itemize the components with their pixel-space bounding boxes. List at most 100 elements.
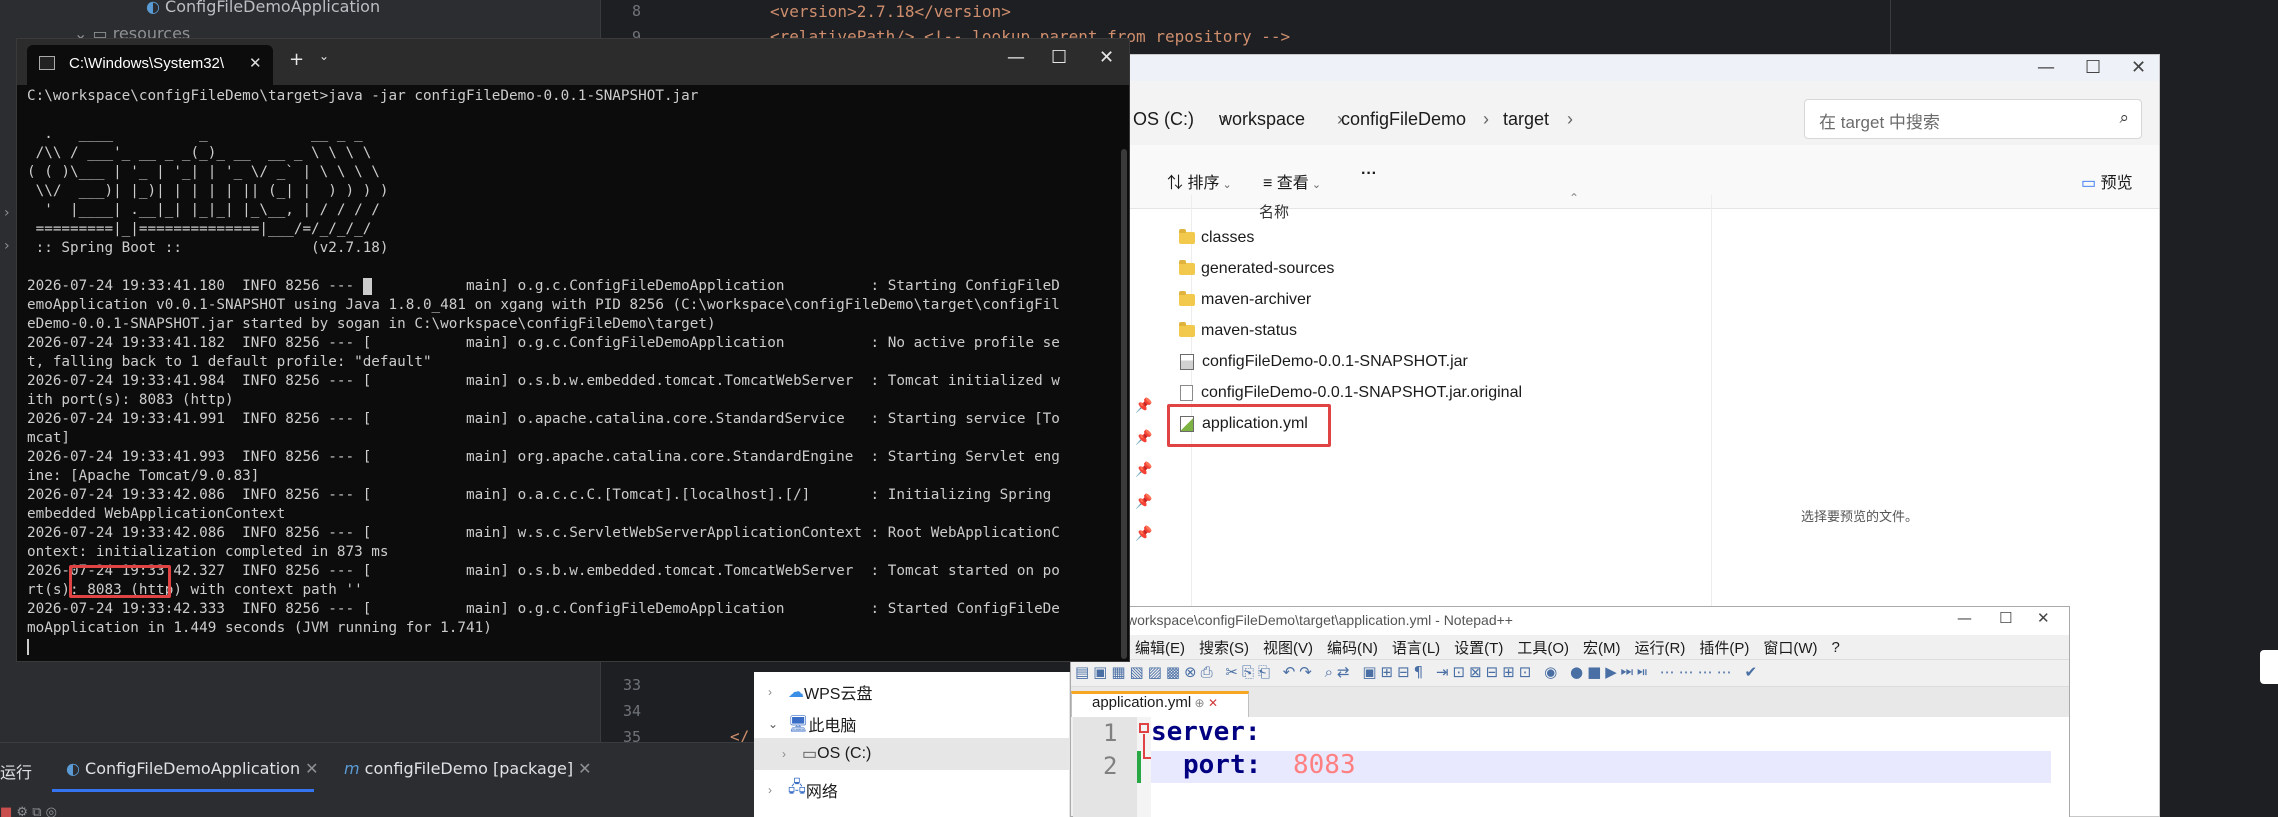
- crumb-workspace[interactable]: workspace: [1219, 109, 1305, 130]
- line-number: 8: [631, 2, 641, 20]
- npp-editor[interactable]: 1 2 server: port: 8083: [1073, 717, 2069, 817]
- file-row-classes[interactable]: classes: [1179, 229, 1254, 247]
- sort-icon: ⇅: [1167, 175, 1188, 192]
- chevron-right-icon: ›: [1483, 109, 1489, 129]
- maximize-button[interactable]: ☐: [1051, 47, 1067, 68]
- chevron-down-icon[interactable]: ⌄: [319, 49, 329, 63]
- cmd-tab[interactable]: C:\Windows\System32\ ✕: [27, 45, 273, 85]
- view-button[interactable]: ≡ 查看 ⌄: [1263, 169, 1321, 193]
- folder-icon: [1179, 229, 1195, 244]
- file-row-maven-status[interactable]: maven-status: [1179, 322, 1297, 340]
- nav-network[interactable]: › 🖧 网络: [768, 776, 838, 803]
- file-row-maven-archiver[interactable]: maven-archiver: [1179, 291, 1311, 309]
- ide-run-panel: 运行 ◐ ConfigFileDemoApplication ✕ m confi…: [0, 742, 760, 817]
- log-line: eDemo-0.0.1-SNAPSHOT.jar started by soga…: [27, 316, 716, 332]
- column-name-header[interactable]: 名称: [1259, 201, 1289, 222]
- crumb-drive[interactable]: OS (C:): [1133, 109, 1194, 130]
- log-line: ine: [Apache Tomcat/9.0.83]: [27, 468, 260, 484]
- close-button[interactable]: ✕: [2037, 609, 2050, 627]
- file-row-jar-original[interactable]: configFileDemo-0.0.1-SNAPSHOT.jar.origin…: [1179, 384, 1522, 402]
- minimize-button[interactable]: —: [2037, 57, 2055, 78]
- tree-item-app[interactable]: ◐ ConfigFileDemoApplication: [146, 0, 380, 16]
- menu-language[interactable]: 语言(L): [1392, 637, 1440, 658]
- cmd-window: C:\Windows\System32\ ✕ + ⌄ — ☐ ✕ C:\work…: [16, 38, 1130, 662]
- close-button[interactable]: ✕: [2131, 57, 2146, 78]
- pin-icon[interactable]: 📌: [1135, 390, 1152, 422]
- preview-hint: 选择要预览的文件。: [1801, 509, 1919, 524]
- tab-application-yml[interactable]: application.yml ⊕ ✕: [1071, 691, 1249, 717]
- log-line: embedded WebApplicationContext: [27, 506, 286, 522]
- npp-toolbar[interactable]: ▤▣▦▧▨▩⊗⎙ ✂⎘⎗ ↶↷ ⌕⇄ ▣⊞⊟¶ ⇥⊡⊠⊟⊞⊡ ◉ ●■▶⏭⏯ ⋯…: [1071, 659, 2069, 687]
- preview-icon: ▭: [2081, 175, 2101, 192]
- explorer-nav-pane: › ☁ WPS云盘 ⌄ 🖥 此电脑 › ▭ OS (C:) › 🖧 网络: [754, 672, 1070, 817]
- current-line-highlight: [1151, 751, 2051, 783]
- menu-plugins[interactable]: 插件(P): [1699, 637, 1749, 658]
- menu-search[interactable]: 搜索(S): [1199, 637, 1249, 658]
- cmd-log: 2026-07-24 19:33:41.180 INFO 8256 --- [ …: [27, 277, 1060, 638]
- side-handle[interactable]: [2260, 650, 2278, 684]
- active-tab-indicator: [52, 789, 314, 792]
- close-icon[interactable]: ✕: [300, 759, 318, 778]
- folder-icon: [1179, 291, 1195, 306]
- menu-encoding[interactable]: 编码(N): [1327, 637, 1378, 658]
- log-line: 2026-07-24 19:33:42.333 INFO 8256 --- [ …: [27, 601, 1060, 617]
- more-button[interactable]: ···: [1361, 165, 1377, 183]
- scrollbar[interactable]: [1121, 149, 1127, 659]
- run-toolbar[interactable]: ■ ⚙ ⧉ ◎: [0, 805, 57, 817]
- crumb-target[interactable]: target: [1503, 109, 1549, 130]
- pin-icon[interactable]: 📌: [1135, 486, 1152, 518]
- fold-line: [1143, 734, 1145, 758]
- sort-button[interactable]: ⇅ 排序 ⌄: [1167, 169, 1232, 193]
- run-tab-package[interactable]: m configFileDemo [package] ✕: [344, 759, 592, 778]
- log-line: emoApplication v0.0.1-SNAPSHOT using Jav…: [27, 297, 1060, 313]
- log-line: 2026-07-24 19:33:42.327 INFO 8256 --- [ …: [27, 563, 1060, 579]
- yaml-key-server: server:: [1151, 717, 1261, 747]
- file-row-generated-sources[interactable]: generated-sources: [1179, 260, 1334, 278]
- log-line: ith port(s): 8083 (http): [27, 392, 234, 408]
- log-line: 2026-07-24 19:33:41.180 INFO 8256 --- [ …: [27, 278, 1060, 294]
- notepadpp-window: workspace\configFileDemo\target\applicat…: [1070, 606, 2070, 817]
- line-number: 1: [1103, 719, 1118, 747]
- stop-icon[interactable]: ■: [0, 805, 12, 817]
- nav-os-drive[interactable]: › ▭ OS (C:): [782, 744, 871, 764]
- search-input[interactable]: 在 target 中搜索 ⌕: [1804, 99, 2142, 139]
- menu-macro[interactable]: 宏(M): [1583, 637, 1621, 658]
- run-tab-app[interactable]: ◐ ConfigFileDemoApplication ✕: [66, 759, 319, 778]
- pin-icon[interactable]: 📌: [1135, 422, 1152, 454]
- menu-view[interactable]: 视图(V): [1263, 637, 1313, 658]
- drive-icon: ▭: [802, 746, 818, 763]
- computer-icon: 🖥: [788, 716, 809, 733]
- chevron-right-icon[interactable]: ›: [4, 238, 10, 254]
- menu-tools[interactable]: 工具(O): [1517, 637, 1569, 658]
- menu-settings[interactable]: 设置(T): [1454, 637, 1503, 658]
- close-button[interactable]: ✕: [1099, 47, 1114, 68]
- npp-titlebar: workspace\configFileDemo\target\applicat…: [1071, 607, 2069, 635]
- nav-this-pc[interactable]: ⌄ 🖥 此电脑: [768, 712, 856, 736]
- menu-edit[interactable]: 编辑(E): [1135, 637, 1185, 658]
- maximize-button[interactable]: ☐: [1999, 609, 2012, 627]
- column-header[interactable]: 名称 ⌃: [1191, 191, 1731, 225]
- maximize-button[interactable]: ☐: [2085, 57, 2101, 78]
- nav-wps-cloud[interactable]: › ☁ WPS云盘: [768, 680, 872, 704]
- minimize-button[interactable]: —: [1957, 609, 1972, 627]
- fold-icon[interactable]: [1139, 723, 1149, 733]
- menu-run[interactable]: 运行(R): [1635, 637, 1686, 658]
- minimize-button[interactable]: —: [1007, 47, 1025, 68]
- close-icon[interactable]: ✕: [249, 54, 262, 72]
- log-line: moApplication in 1.449 seconds (JVM runn…: [27, 620, 492, 636]
- file-row-jar[interactable]: configFileDemo-0.0.1-SNAPSHOT.jar: [1179, 353, 1468, 371]
- annotation-highlight-port: [69, 565, 171, 598]
- pin-icon[interactable]: ⊕: [1191, 696, 1205, 710]
- new-tab-button[interactable]: +: [289, 49, 304, 70]
- menu-window[interactable]: 窗口(W): [1763, 637, 1817, 658]
- log-line: 2026-07-24 19:33:42.086 INFO 8256 --- [ …: [27, 487, 1052, 503]
- pin-icon[interactable]: 📌: [1135, 454, 1152, 486]
- menu-help[interactable]: ?: [1831, 639, 1839, 656]
- terminal-icon: [39, 56, 55, 70]
- pin-icon[interactable]: 📌: [1135, 518, 1152, 550]
- crumb-configfiledemo[interactable]: configFileDemo: [1341, 109, 1466, 130]
- chevron-right-icon[interactable]: ›: [4, 205, 10, 221]
- close-icon[interactable]: ✕: [573, 759, 591, 778]
- preview-button[interactable]: ▭ 预览: [2081, 169, 2133, 193]
- close-icon[interactable]: ✕: [1205, 696, 1218, 710]
